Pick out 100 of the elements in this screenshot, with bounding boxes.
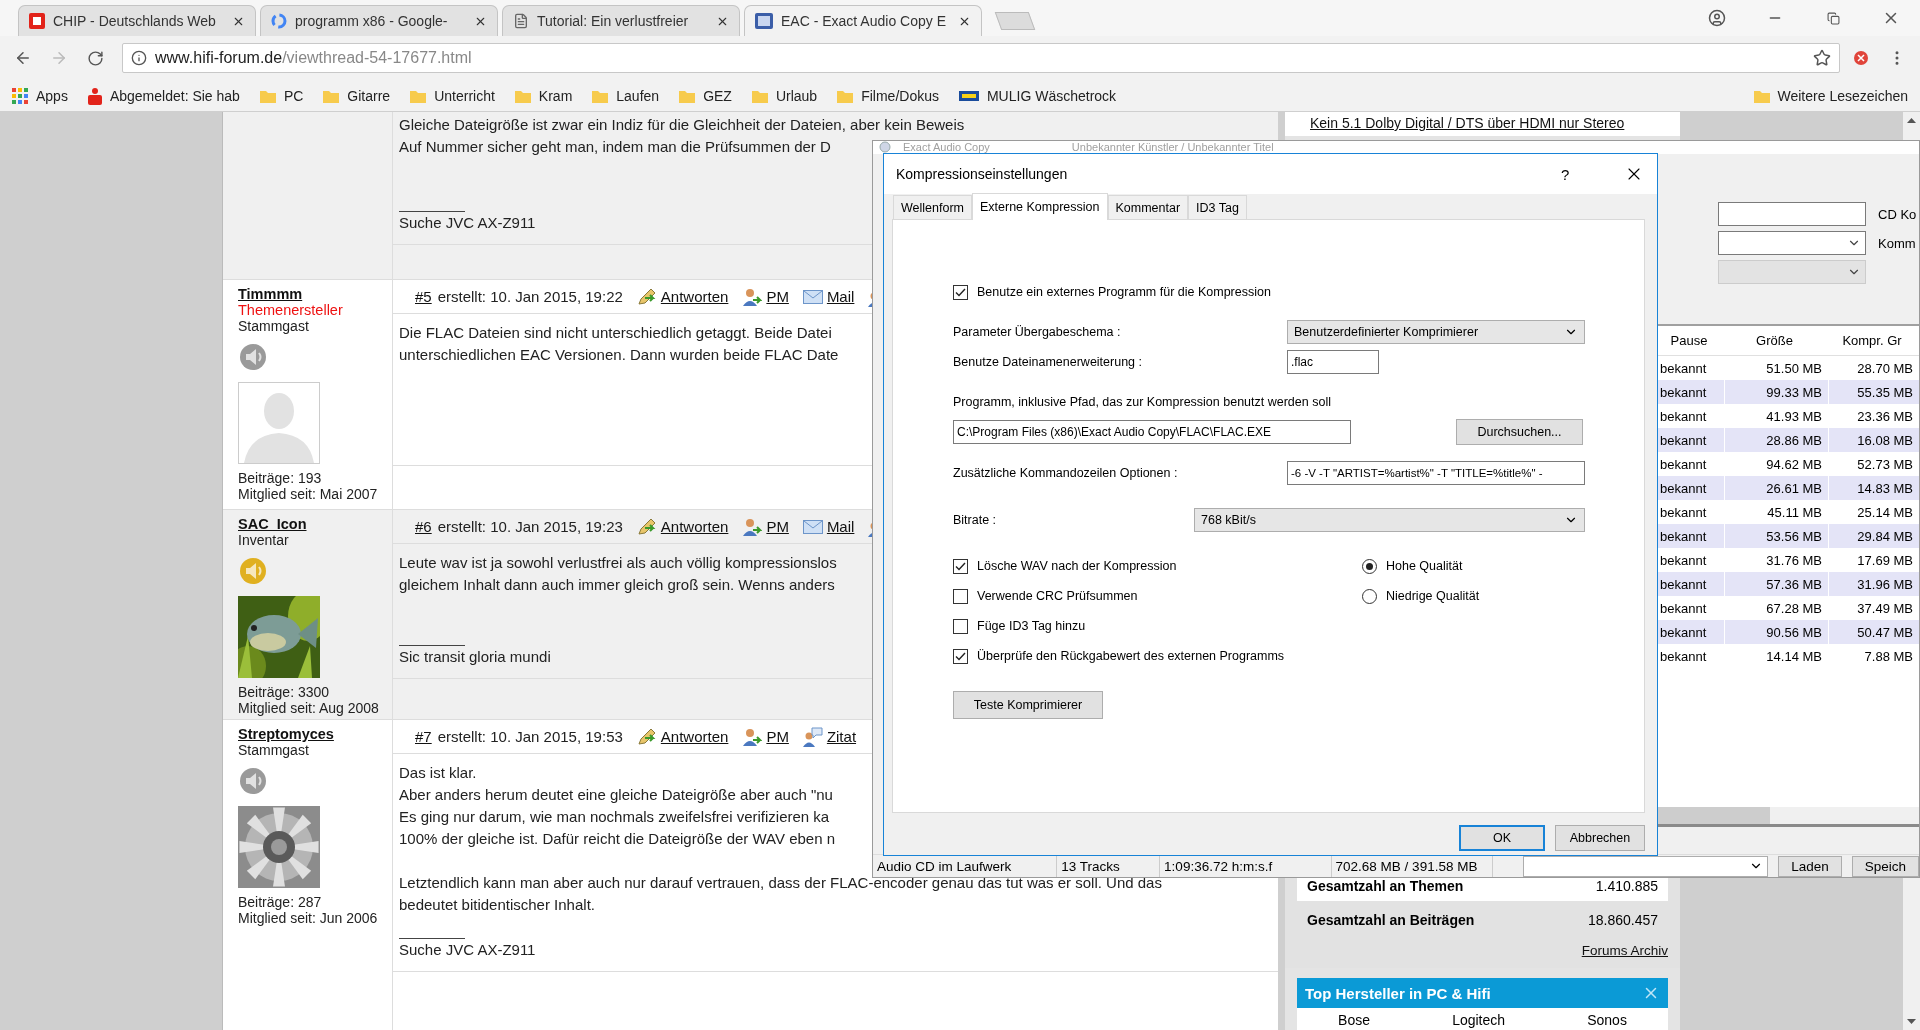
reload-icon[interactable] (86, 49, 104, 67)
dropdown[interactable] (1718, 231, 1866, 255)
checkbox[interactable] (953, 618, 968, 634)
profile-icon[interactable] (1708, 9, 1726, 27)
scroll-down-icon[interactable] (1907, 1019, 1916, 1024)
field-label: Zusätzliche Kommandozeilen Optionen : (953, 466, 1179, 480)
info-icon[interactable] (131, 50, 147, 66)
table-cell-text: bekannt (1659, 359, 1708, 378)
dropdown[interactable] (1523, 855, 1769, 877)
browser-tab[interactable]: EAC - Exact Audio Copy E (744, 5, 982, 36)
back-icon[interactable] (14, 49, 32, 67)
table-cell: 14.83 MB (1829, 476, 1919, 500)
reply-link[interactable]: Antworten (636, 287, 729, 306)
dialog-tab[interactable]: Wellenform (893, 195, 972, 219)
person-arrow-icon (742, 727, 763, 746)
pm-link[interactable]: PM (742, 287, 789, 306)
post-number-link[interactable]: #6 (415, 518, 432, 535)
column-header[interactable]: Pause (1658, 326, 1724, 355)
checkbox[interactable] (953, 284, 968, 300)
table-cell: bekannt (1658, 428, 1724, 452)
dialog-tab[interactable]: ID3 Tag (1188, 195, 1247, 219)
reply-link[interactable]: Antworten (636, 517, 729, 536)
toolbar-button[interactable]: Speich (1851, 855, 1919, 877)
browse-button[interactable]: Durchsuchen... (1456, 419, 1583, 445)
url-path: /viewthread-54-17677.html (282, 49, 473, 67)
dropdown[interactable]: Benutzerdefinierter Komprimierer (1287, 320, 1585, 344)
dialog-tab[interactable]: Externe Kompression (972, 193, 1108, 220)
test-button[interactable]: Teste Komprimierer (953, 691, 1103, 719)
bookmark-link[interactable]: Laufen (616, 87, 660, 104)
username-link[interactable]: Streptomyces (238, 726, 334, 742)
bookmark-star-icon[interactable] (1813, 49, 1831, 67)
mail-link[interactable]: Mail (802, 518, 855, 535)
browser-tab[interactable]: CHIP - Deutschlands Web (18, 5, 256, 36)
scrollbar-thumb[interactable] (1658, 807, 1770, 824)
pm-link[interactable]: PM (742, 727, 789, 746)
maker-link[interactable]: Logitech (1452, 1012, 1506, 1030)
archive-link[interactable]: Forums Archiv (1581, 943, 1668, 958)
checkbox[interactable] (953, 648, 968, 664)
maker-link[interactable]: Bose (1338, 1012, 1370, 1030)
bookmark-link[interactable]: GEZ (703, 87, 732, 104)
pm-link[interactable]: PM (742, 517, 789, 536)
checkbox[interactable] (953, 588, 968, 604)
table-cell-text: bekannt (1659, 551, 1708, 570)
maker-link[interactable]: Sonos (1587, 1012, 1627, 1030)
bookmark-link[interactable]: MULIG Wäschetrock (986, 87, 1117, 104)
restore-icon[interactable] (1826, 11, 1840, 25)
toolbar-button[interactable]: Laden (1778, 855, 1842, 877)
username-link[interactable]: SAC_Icon (238, 516, 307, 532)
signature-text: Suche JVC AX-Z911 (399, 940, 536, 960)
address-bar[interactable]: www.hifi-forum.de/viewthread-54-17677.html (122, 43, 1840, 73)
table-cell-text: 45.11 MB (1766, 503, 1823, 522)
text-field[interactable]: -6 -V -T "ARTIST=%artist%" -T "TITLE=%title%" - (1287, 461, 1585, 485)
table-cell: 31.96 MB (1829, 572, 1919, 596)
dialog-button[interactable]: OK (1459, 825, 1545, 851)
text-field[interactable]: C:\Program Files (x86)\Exact Audio Copy\FLAC\FLAC.EXE (953, 420, 1351, 444)
checkbox[interactable] (953, 558, 968, 574)
dropdown[interactable]: 768 kBit/s (1194, 508, 1585, 532)
dialog-button[interactable]: Abbrechen (1555, 825, 1645, 851)
quote-link[interactable]: Zitat (802, 726, 857, 747)
table-cell: bekannt (1658, 476, 1724, 500)
reply-link[interactable]: Antworten (636, 727, 729, 746)
text-field[interactable] (1718, 202, 1866, 226)
bookmark-link[interactable]: Kram (538, 87, 573, 104)
window-title: Exact Audio Copy (903, 141, 990, 153)
username-link[interactable]: Timmmm (238, 286, 303, 302)
extension-icon[interactable] (1853, 50, 1869, 66)
browser-tab[interactable]: Tutorial: Ein verlustfreier (502, 5, 740, 36)
help-button[interactable]: ? (1561, 165, 1581, 183)
browser-tab[interactable]: programm x86 - Google- (260, 5, 498, 36)
table-cell: 53.56 MB (1725, 524, 1828, 548)
scroll-up-icon[interactable] (1907, 118, 1916, 123)
envelope-icon (802, 519, 823, 534)
thread-link[interactable]: Kein 5.1 Dolby Digital / DTS über HDMI nur Stereo (1285, 112, 1680, 136)
table-cell-text: bekannt (1659, 599, 1708, 618)
user-rank: Inventar (238, 532, 289, 548)
post-number-link[interactable]: #5 (415, 288, 432, 305)
table-cell: 99.33 MB (1725, 380, 1828, 404)
text-field[interactable]: .flac (1287, 350, 1379, 374)
field-label: Parameter Übergabeschema : (953, 325, 1122, 339)
checkbox-label: Füge ID3 Tag hinzu (977, 619, 1086, 633)
disc-icon (879, 141, 891, 153)
post-text-line: Auf Nummer sicher geht man, indem man die Prüfsummen der D (399, 137, 831, 157)
bookmark-link[interactable]: PC (283, 87, 304, 104)
radio-button[interactable] (1362, 558, 1377, 574)
bookmark-link[interactable]: Abgemeldet: Sie hab (109, 87, 240, 104)
radio-button[interactable] (1362, 588, 1377, 604)
bookmark-link[interactable]: Unterricht (434, 87, 495, 104)
mail-link[interactable]: Mail (802, 288, 855, 305)
column-header[interactable]: Größe (1725, 326, 1828, 355)
bookmark-link[interactable]: Filme/Dokus (861, 87, 939, 104)
person-speech-icon (802, 726, 823, 747)
bookmark-link[interactable]: Gitarre (347, 87, 391, 104)
signature-text: Sic transit gloria mundi (399, 647, 551, 667)
dialog-tab[interactable]: Kommentar (1107, 195, 1189, 219)
bookmark-link[interactable]: Apps (36, 87, 68, 104)
stat-value: 18.860.457 (1587, 912, 1658, 928)
bookmark-link[interactable]: Urlaub (775, 87, 818, 104)
post-number-link[interactable]: #7 (415, 728, 432, 745)
bookmark-link[interactable]: Weitere Lesezeichen (1777, 87, 1908, 104)
column-header[interactable]: Kompr. Gr (1829, 326, 1919, 355)
